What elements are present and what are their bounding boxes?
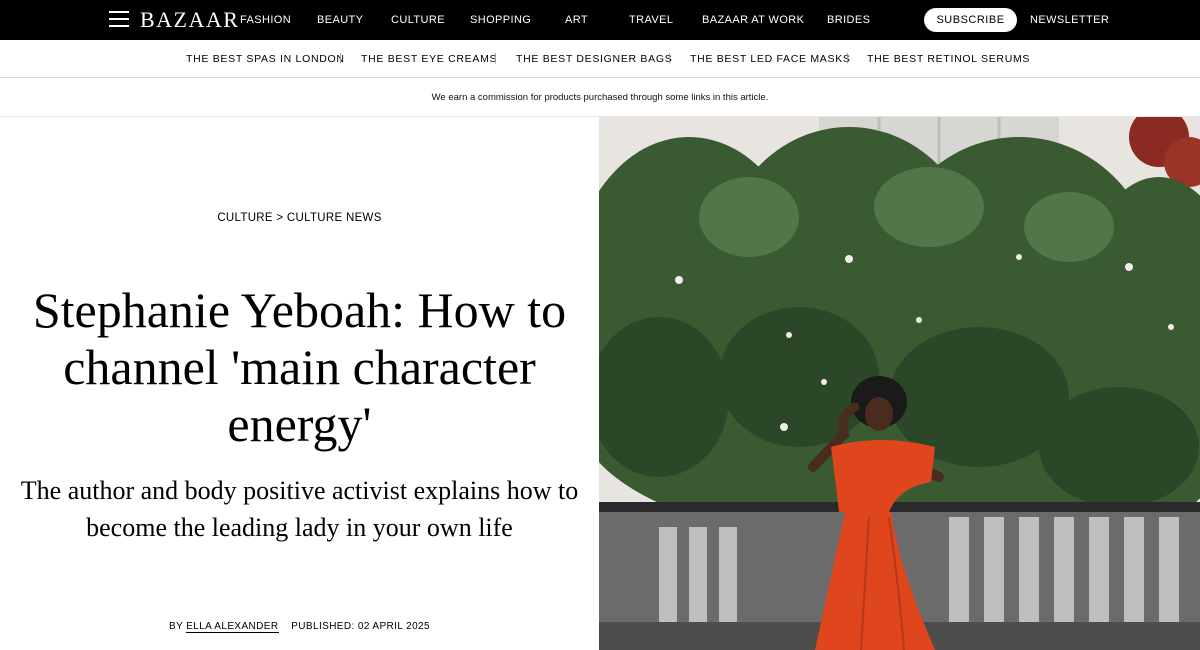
- trending-link-spas[interactable]: THE BEST SPAS IN LONDON: [186, 53, 345, 65]
- trending-link-led-masks[interactable]: THE BEST LED FACE MASKS: [690, 53, 851, 65]
- nav-shopping[interactable]: SHOPPING: [470, 14, 531, 26]
- breadcrumb-culture[interactable]: CULTURE: [217, 212, 273, 224]
- subscribe-button[interactable]: SUBSCRIBE: [924, 8, 1017, 32]
- nav-beauty[interactable]: BEAUTY: [317, 14, 363, 26]
- separator: |: [668, 52, 671, 64]
- nav-travel[interactable]: TRAVEL: [629, 14, 673, 26]
- article-dek: The author and body positive activist ex…: [20, 476, 579, 542]
- nav-culture[interactable]: CULTURE: [391, 14, 445, 26]
- article-header: CULTURE > CULTURE NEWS Stephanie Yeboah:…: [0, 117, 599, 650]
- separator: |: [339, 52, 342, 64]
- byline-prefix: BY: [169, 621, 183, 632]
- separator: |: [494, 52, 497, 64]
- article-title: Stephanie Yeboah: How to channel 'main c…: [32, 282, 567, 452]
- nav-art[interactable]: ART: [565, 14, 588, 26]
- top-nav: BAZAAR FASHION BEAUTY CULTURE SHOPPING A…: [0, 0, 1200, 40]
- trending-link-eye-creams[interactable]: THE BEST EYE CREAMS: [361, 53, 497, 65]
- author-link[interactable]: ELLA ALEXANDER: [186, 621, 279, 633]
- nav-fashion[interactable]: FASHION: [240, 14, 291, 26]
- newsletter-link[interactable]: NEWSLETTER: [1030, 14, 1109, 26]
- publish-date: PUBLISHED: 02 APRIL 2025: [291, 621, 430, 632]
- byline: BY ELLA ALEXANDER PUBLISHED: 02 APRIL 20…: [0, 621, 599, 633]
- nav-brides[interactable]: BRIDES: [827, 14, 870, 26]
- trending-links-bar: THE BEST SPAS IN LONDON | THE BEST EYE C…: [0, 40, 1200, 78]
- hero-photo: [599, 117, 1200, 650]
- breadcrumb: CULTURE > CULTURE NEWS: [0, 212, 599, 224]
- breadcrumb-culture-news[interactable]: CULTURE NEWS: [287, 212, 382, 224]
- nav-bazaar-at-work[interactable]: BAZAAR AT WORK: [702, 14, 804, 26]
- site-logo[interactable]: BAZAAR: [140, 7, 239, 33]
- separator: |: [846, 52, 849, 64]
- trending-link-designer-bags[interactable]: THE BEST DESIGNER BAGS: [516, 53, 672, 65]
- commission-disclaimer: We earn a commission for products purcha…: [0, 79, 1200, 117]
- breadcrumb-separator: >: [276, 212, 284, 224]
- menu-icon[interactable]: [109, 11, 129, 27]
- trending-link-retinol-serums[interactable]: THE BEST RETINOL SERUMS: [867, 53, 1030, 65]
